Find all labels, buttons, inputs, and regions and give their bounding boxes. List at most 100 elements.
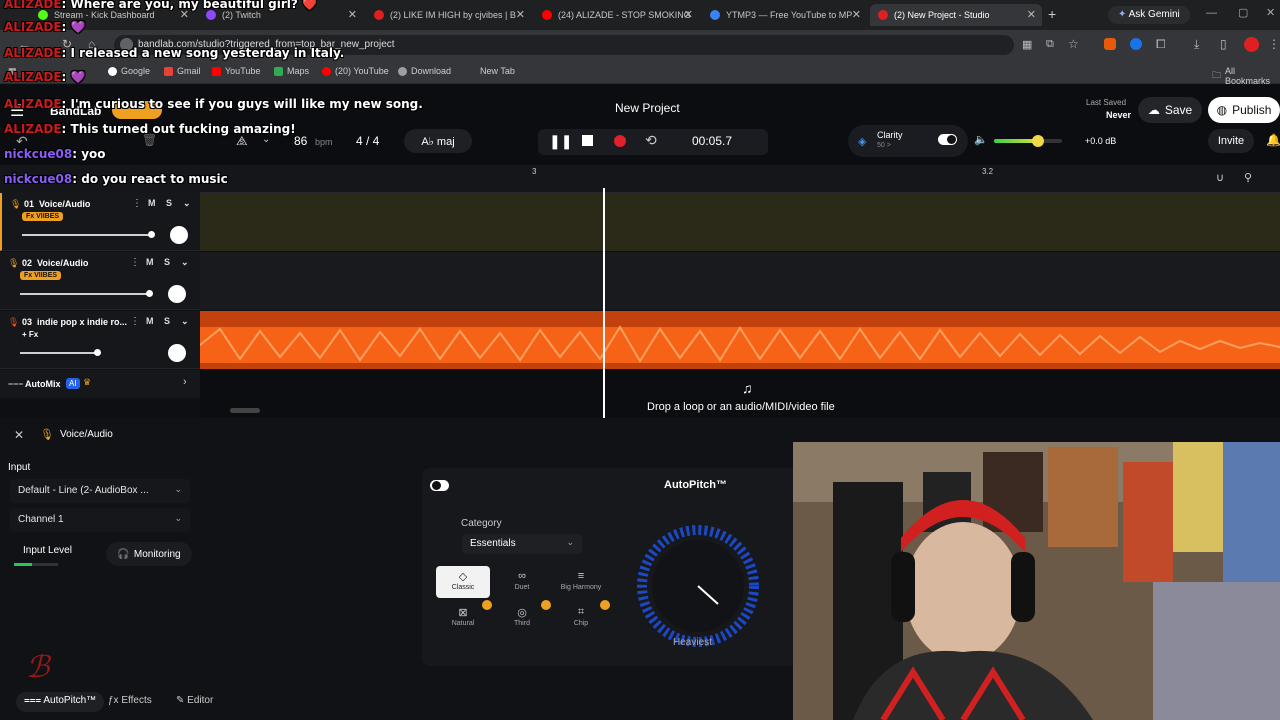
bookmark-new-tab[interactable]: New Tab bbox=[480, 66, 515, 76]
mute-button[interactable]: M bbox=[146, 316, 154, 326]
extensions-puzzle-icon[interactable]: ⧠ bbox=[1156, 37, 1166, 52]
preset-big-harmony[interactable]: ≡ Big Harmony bbox=[554, 566, 608, 598]
bookmark-gmail[interactable]: Gmail bbox=[164, 66, 201, 76]
pause-icon[interactable]: ❚❚ bbox=[549, 133, 572, 150]
bookmark-youtube[interactable]: YouTube bbox=[212, 66, 260, 76]
track-volume-knob[interactable] bbox=[146, 290, 153, 297]
close-tab-icon[interactable]: ✕ bbox=[516, 8, 525, 21]
autopitch-toggle[interactable] bbox=[430, 480, 449, 491]
tab-effects[interactable]: ƒx Effects bbox=[108, 695, 152, 706]
add-fx-button[interactable]: + Fx bbox=[22, 330, 38, 339]
bookmark-youtube-20[interactable]: (20) YouTube bbox=[322, 66, 389, 76]
track-volume-slider[interactable] bbox=[20, 352, 98, 354]
timeline-ruler[interactable]: 3 3.2 ∪ ⚲ bbox=[200, 165, 1280, 193]
tab-new-project-studio[interactable]: (2) New Project - Studio ✕ bbox=[870, 4, 1042, 26]
time-signature[interactable]: 4 / 4 bbox=[356, 134, 379, 148]
pan-knob[interactable] bbox=[168, 285, 186, 303]
track-header-2[interactable]: 🎙 02 Voice/Audio ⋮ M S ⌄ Fx VIIBES bbox=[0, 252, 200, 310]
pan-knob[interactable] bbox=[170, 226, 188, 244]
bookmark-maps[interactable]: Maps bbox=[274, 66, 309, 76]
extension-blue-icon[interactable] bbox=[1130, 38, 1142, 50]
tab-ytmp3[interactable]: YTMP3 — Free YouTube to MP ✕ bbox=[702, 4, 867, 26]
fx-preset-badge[interactable]: Fx VIIBES bbox=[22, 212, 64, 221]
track-volume-slider[interactable] bbox=[20, 293, 150, 295]
install-app-icon[interactable]: ▦ bbox=[1022, 38, 1032, 51]
tab-bandlab-song[interactable]: (2) LIKE IM HIGH by cjvibes | B ✕ bbox=[366, 4, 531, 26]
mute-button[interactable]: M bbox=[146, 257, 154, 267]
master-volume-knob[interactable] bbox=[1032, 135, 1044, 147]
stop-icon[interactable] bbox=[582, 135, 593, 146]
bookmark-download[interactable]: Download bbox=[398, 66, 451, 76]
track-header-1[interactable]: 🎙 01 Voice/Audio ⋮ M S ⌄ Fx VIIBES bbox=[0, 193, 200, 251]
track-volume-knob[interactable] bbox=[94, 349, 101, 356]
track-lane-1[interactable] bbox=[200, 193, 1280, 251]
loop-icon[interactable]: ⟲ bbox=[645, 132, 657, 149]
tab-autopitch[interactable]: ⩶ AutoPitch™ bbox=[16, 692, 105, 712]
menu-dots-icon[interactable]: ⋮ bbox=[1268, 37, 1280, 51]
share-icon[interactable]: ⧉ bbox=[1046, 38, 1054, 51]
automix-row[interactable]: ⩶ AutoMix AI ♛ › bbox=[0, 370, 200, 398]
bookmark-star-icon[interactable]: ☆ bbox=[1068, 37, 1079, 51]
track-options-icon[interactable]: ⋮ bbox=[130, 316, 140, 327]
autopitch-knob[interactable] bbox=[636, 524, 760, 648]
snap-magnet-icon[interactable]: ∪ bbox=[1216, 171, 1224, 184]
track-header-3[interactable]: 🎙 03 indie pop x indie ro... ⋮ M S ⌄ + F… bbox=[0, 311, 200, 369]
minimize-icon[interactable]: — bbox=[1206, 7, 1217, 19]
close-tab-icon[interactable]: ✕ bbox=[348, 8, 357, 21]
chevron-right-icon[interactable]: › bbox=[183, 376, 187, 388]
record-icon[interactable] bbox=[614, 135, 626, 147]
bpm-value[interactable]: 86 bbox=[294, 134, 307, 148]
headphones-icon: 🎧 bbox=[117, 548, 130, 560]
track-expand-icon[interactable]: ⌄ bbox=[181, 316, 189, 327]
track-lane-3[interactable] bbox=[200, 311, 1280, 369]
mute-button[interactable]: M bbox=[148, 198, 156, 208]
preset-duet[interactable]: ∞ Duet bbox=[495, 566, 549, 598]
publish-button[interactable]: ◍ Publish bbox=[1208, 97, 1280, 123]
tab-youtube[interactable]: (24) ALIZADE - STOP SMOKING ✕ bbox=[534, 4, 699, 26]
invite-button[interactable]: Invite bbox=[1208, 129, 1254, 153]
all-bookmarks-folder[interactable]: 🗀 All Bookmarks bbox=[1212, 66, 1280, 86]
maximize-icon[interactable]: ▢ bbox=[1238, 6, 1248, 19]
playhead[interactable] bbox=[603, 188, 605, 418]
horizontal-scrollbar[interactable] bbox=[230, 408, 260, 413]
track-volume-slider[interactable] bbox=[22, 234, 152, 236]
zoom-icon[interactable]: ⚲ bbox=[1244, 171, 1252, 184]
download-icon[interactable]: ⤓ bbox=[1194, 37, 1199, 52]
fx-preset-badge[interactable]: Fx VIIBES bbox=[20, 271, 62, 280]
sidebar-icon[interactable]: ▯ bbox=[1220, 37, 1227, 51]
solo-button[interactable]: S bbox=[164, 257, 170, 267]
tab-editor[interactable]: ✎ Editor bbox=[176, 695, 213, 706]
category-select[interactable]: Essentials ⌄ bbox=[462, 534, 582, 554]
volume-icon[interactable]: 🔈 bbox=[974, 133, 988, 146]
close-tab-icon[interactable]: ✕ bbox=[852, 8, 861, 21]
project-title[interactable]: New Project bbox=[615, 101, 680, 115]
profile-avatar[interactable] bbox=[1244, 37, 1259, 52]
clarity-toggle[interactable] bbox=[938, 134, 957, 145]
master-volume-slider[interactable] bbox=[994, 135, 1062, 147]
new-tab-icon[interactable]: + bbox=[1048, 6, 1056, 22]
notifications-icon[interactable]: 🔔 bbox=[1266, 133, 1280, 147]
extension-fire-icon[interactable] bbox=[1104, 38, 1116, 50]
close-tab-icon[interactable]: ✕ bbox=[1027, 8, 1036, 21]
save-button[interactable]: ☁ Save bbox=[1138, 97, 1202, 123]
close-window-icon[interactable]: ✕ bbox=[1266, 6, 1275, 19]
solo-button[interactable]: S bbox=[166, 198, 172, 208]
track-lane-2[interactable] bbox=[200, 252, 1280, 310]
pan-knob[interactable] bbox=[168, 344, 186, 362]
track-options-icon[interactable]: ⋮ bbox=[130, 257, 140, 268]
channel-select[interactable]: Channel 1 ⌄ bbox=[10, 508, 190, 532]
input-device-select[interactable]: Default - Line (2- AudioBox ... ⌄ bbox=[10, 479, 190, 503]
monitoring-button[interactable]: 🎧 Monitoring bbox=[106, 542, 192, 566]
ask-gemini-button[interactable]: ✦ Ask Gemini bbox=[1108, 6, 1190, 24]
drop-zone[interactable]: ♫ Drop a loop or an audio/MIDI/video fil… bbox=[200, 370, 1280, 418]
preset-classic[interactable]: ◇ Classic bbox=[436, 566, 490, 598]
close-tab-icon[interactable]: ✕ bbox=[684, 8, 693, 21]
track-volume-knob[interactable] bbox=[148, 231, 155, 238]
track-expand-icon[interactable]: ⌄ bbox=[181, 257, 189, 268]
track-options-icon[interactable]: ⋮ bbox=[132, 198, 142, 209]
bookmark-google[interactable]: Google bbox=[108, 66, 150, 76]
close-panel-icon[interactable]: ✕ bbox=[14, 428, 24, 442]
track-expand-icon[interactable]: ⌄ bbox=[183, 198, 191, 209]
solo-button[interactable]: S bbox=[164, 316, 170, 326]
key-selector[interactable]: A♭ maj bbox=[404, 129, 472, 153]
